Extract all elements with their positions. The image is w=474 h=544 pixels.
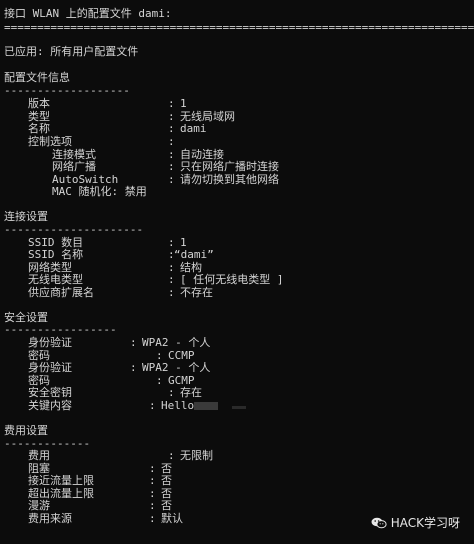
row-label: 身份验证 <box>28 336 72 349</box>
row-value: 无限制 <box>180 449 213 462</box>
row-sep: : <box>168 122 175 135</box>
row-label: 关键内容 <box>28 399 72 412</box>
row-sep: : <box>130 336 137 349</box>
row-label: 接近流量上限 <box>28 474 94 487</box>
row-label: 供应商扩展名 <box>28 286 94 299</box>
row-value: 只在网络广播时连接 <box>180 160 279 173</box>
applied-line: 已应用: 所有用户配置文件 <box>4 45 139 58</box>
row-sep: : <box>156 374 163 387</box>
row-label: 控制选项 <box>28 135 72 148</box>
redaction-block <box>232 406 246 409</box>
redaction-block <box>194 402 218 410</box>
row-label: 名称 <box>28 122 50 135</box>
row-value: Hello <box>161 399 195 412</box>
row-value: 1 <box>180 97 187 110</box>
row-value: 否 <box>161 499 172 512</box>
row-sep: : <box>168 286 175 299</box>
row-value: 请勿切换到其他网络 <box>180 173 279 186</box>
row-value: WPA2 - 个人 <box>142 361 211 374</box>
row-label: 费用 <box>28 449 50 462</box>
row-sep: : <box>168 97 175 110</box>
row-value: 否 <box>161 474 172 487</box>
profile-title: 接口 WLAN 上的配置文件 dami: <box>4 7 172 20</box>
row-value: 不存在 <box>180 286 213 299</box>
section-underline: ----------------- <box>4 323 117 336</box>
row-value: 存在 <box>180 386 202 399</box>
row-label: 身份验证 <box>28 361 72 374</box>
watermark: HACK学习呀 <box>371 514 460 531</box>
row-value: dami <box>180 122 207 135</box>
section-heading-cost: 费用设置 <box>4 424 48 437</box>
row-sep: : <box>168 386 175 399</box>
row-label: 安全密钥 <box>28 386 72 399</box>
wechat-icon <box>371 517 387 529</box>
row-value: WPA2 - 个人 <box>142 336 211 349</box>
row-sep: : <box>149 499 156 512</box>
row-label: 费用来源 <box>28 512 72 525</box>
section-heading-profile-info: 配置文件信息 <box>4 71 70 84</box>
row-sep: : <box>168 173 175 186</box>
row-sep: : <box>149 399 156 412</box>
row-value: “dami” <box>174 248 214 261</box>
row-sep: : <box>149 512 156 525</box>
row-sep: : <box>149 474 156 487</box>
row-sep: : <box>168 273 175 286</box>
row-label: 版本 <box>28 97 50 110</box>
title-divider: ========================================… <box>4 21 474 34</box>
row-label: 网络广播 <box>52 160 96 173</box>
watermark-text: HACK学习呀 <box>390 516 460 530</box>
row-value: [ 任何无线电类型 ] <box>180 273 284 286</box>
row-label: MAC 随机化: 禁用 <box>52 185 147 198</box>
row-value: 默认 <box>161 512 183 525</box>
section-heading-connection: 连接设置 <box>4 210 48 223</box>
row-sep: : <box>168 449 175 462</box>
row-label: SSID 名称 <box>28 248 84 261</box>
row-sep: : <box>130 361 137 374</box>
row-label: 无线电类型 <box>28 273 83 286</box>
section-underline: ------------------- <box>4 84 130 97</box>
row-sep: : <box>168 160 175 173</box>
section-underline: --------------------- <box>4 223 144 236</box>
row-label: 漫游 <box>28 499 50 512</box>
row-sep: : <box>168 135 175 148</box>
